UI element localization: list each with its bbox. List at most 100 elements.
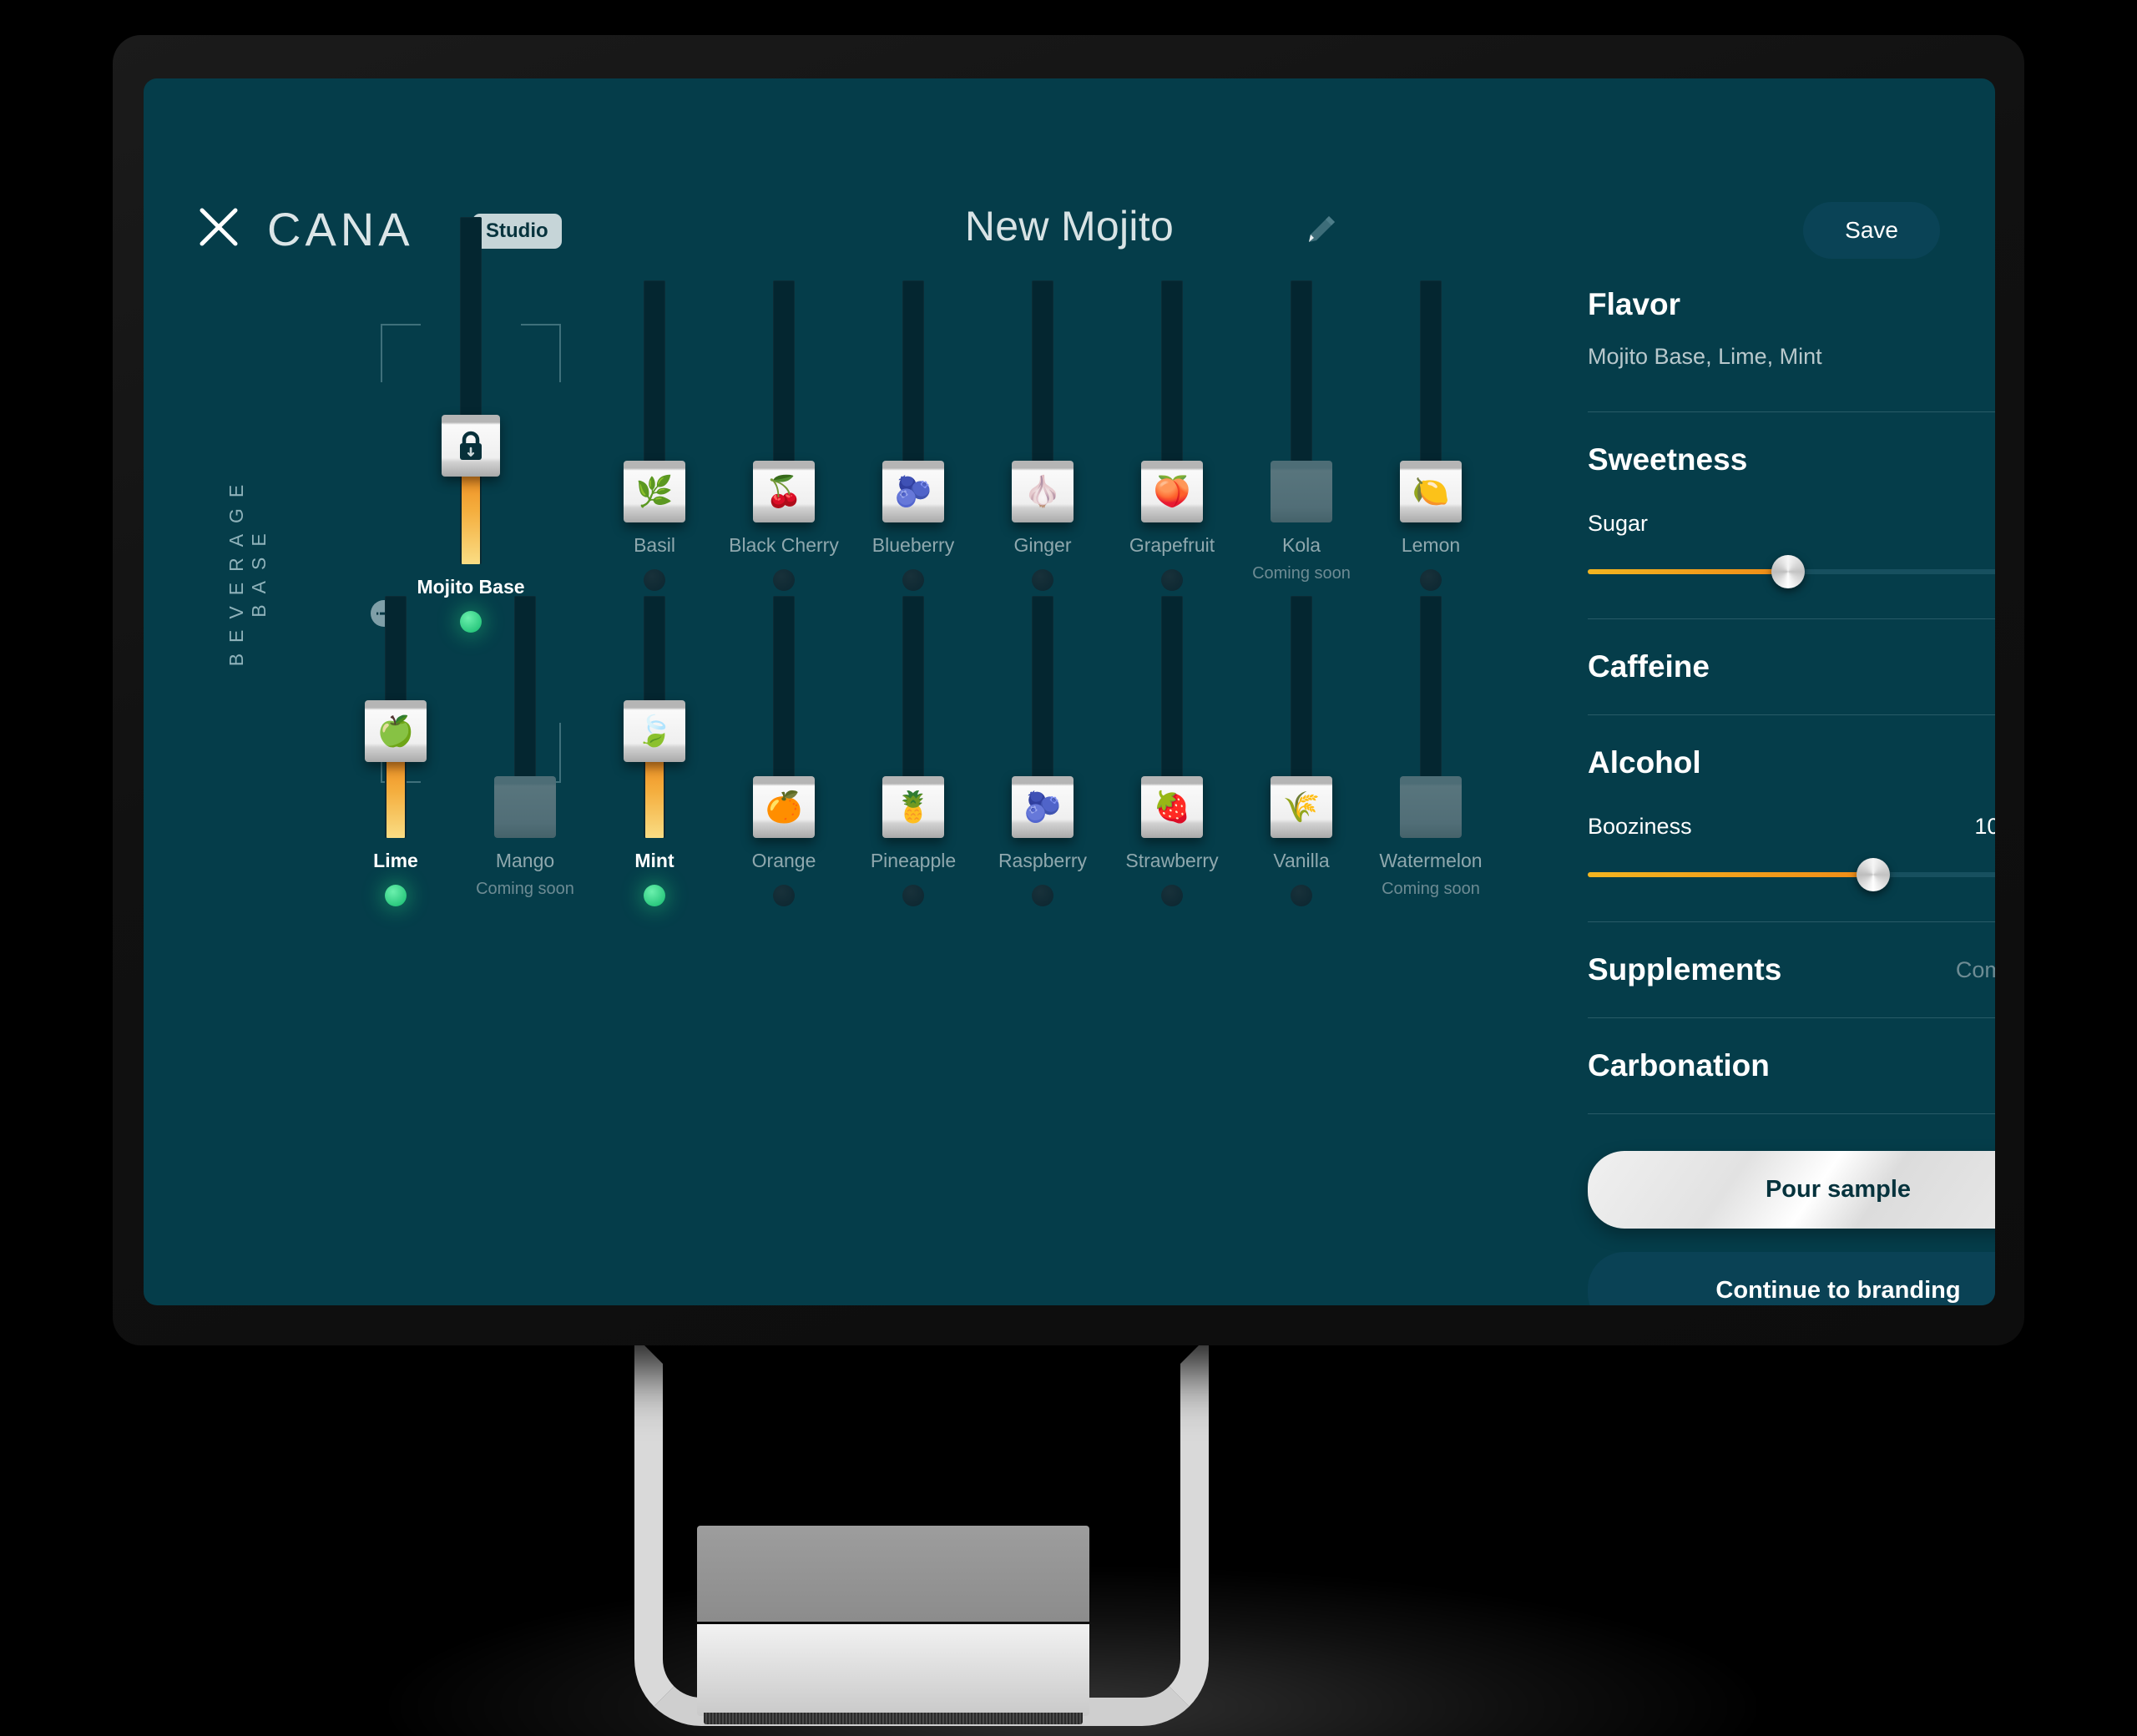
slider-fill bbox=[1588, 569, 1788, 574]
pencil-icon[interactable] bbox=[1304, 210, 1341, 247]
divider bbox=[1588, 1113, 1995, 1114]
flavor-label: Lemon bbox=[1401, 534, 1461, 556]
slider-fill bbox=[462, 473, 480, 564]
raspberry-cap[interactable]: 🫐 bbox=[1012, 776, 1074, 838]
ginger-root-icon: 🧄 bbox=[1023, 474, 1062, 508]
sugar-slider[interactable] bbox=[1588, 555, 1995, 588]
lemon-icon: 🍋 bbox=[1412, 474, 1450, 508]
beverage-base-label: BEVERAGE BASE bbox=[225, 473, 270, 667]
screenshot-stage: CANA Studio New Mojito Save BEVERAGE BAS… bbox=[0, 0, 2137, 1736]
status-led bbox=[1420, 569, 1442, 591]
orange-icon: 🍊 bbox=[765, 790, 803, 824]
carbonation-section: Carbonation bbox=[1588, 1048, 1995, 1083]
mango-disabled-cap bbox=[494, 776, 556, 838]
lime-cap[interactable]: 🍏 bbox=[365, 700, 427, 762]
flavor-label: Raspberry bbox=[998, 850, 1088, 871]
app-header: CANA Studio New Mojito Save bbox=[144, 78, 1995, 259]
grapefruit-cap[interactable]: 🍑 bbox=[1141, 461, 1203, 522]
raspberry-icon: 🫐 bbox=[1023, 790, 1062, 824]
flavor-label: Black Cherry bbox=[729, 534, 839, 556]
pineapple-icon: 🍍 bbox=[894, 790, 932, 824]
app-screen: CANA Studio New Mojito Save BEVERAGE BAS… bbox=[144, 78, 1995, 1305]
alcohol-section: Alcohol Booziness 10.0% ABV bbox=[1588, 745, 1995, 891]
flavor-label: Ginger bbox=[1013, 534, 1072, 556]
status-led bbox=[644, 885, 665, 906]
status-led bbox=[385, 885, 407, 906]
status-led bbox=[1161, 885, 1183, 906]
divider bbox=[1588, 921, 1995, 922]
booziness-label: Booziness bbox=[1588, 814, 1692, 839]
pour-sample-button[interactable]: Pour sample bbox=[1588, 1151, 1995, 1229]
watermelon-disabled-cap bbox=[1400, 776, 1462, 838]
status-led bbox=[773, 885, 795, 906]
pineapple-cap[interactable]: 🍍 bbox=[882, 776, 944, 838]
sugar-label: Sugar bbox=[1588, 511, 1649, 536]
grapefruit-icon: 🍑 bbox=[1153, 474, 1191, 508]
flavor-label: Mint bbox=[634, 850, 674, 871]
flavor-label: Lime bbox=[373, 850, 418, 871]
flavor-label: Mango bbox=[495, 850, 555, 871]
continue-to-branding-button[interactable]: Continue to branding bbox=[1588, 1252, 1995, 1305]
base-bracket-top-left bbox=[381, 324, 421, 382]
herb-leaf-cap[interactable]: 🌿 bbox=[624, 461, 685, 522]
flavor-label: Blueberry bbox=[871, 534, 955, 556]
flavor-label: Watermelon bbox=[1379, 850, 1483, 871]
mixer-area: BEVERAGE BASE i Mojito Base 🌿 Basil 🍒 Black … bbox=[144, 217, 1483, 1305]
status-led bbox=[1291, 885, 1312, 906]
lemon-cap[interactable]: 🍋 bbox=[1400, 461, 1462, 522]
vanilla-flower-cap[interactable]: 🌾 bbox=[1271, 776, 1332, 838]
status-led bbox=[902, 569, 924, 591]
carbonation-title: Carbonation bbox=[1588, 1048, 1770, 1082]
divider bbox=[1588, 618, 1995, 619]
panel-actions: Pour sample Continue to branding bbox=[1588, 1151, 1995, 1305]
caffeine-title: Caffeine bbox=[1588, 649, 1710, 684]
slider-fill bbox=[1588, 872, 1873, 877]
page-title: New Mojito bbox=[964, 203, 1175, 250]
booziness-slider[interactable] bbox=[1588, 858, 1995, 891]
orange-cap[interactable]: 🍊 bbox=[753, 776, 815, 838]
status-led bbox=[644, 569, 665, 591]
divider bbox=[1588, 714, 1995, 715]
blueberry-icon: 🫐 bbox=[894, 474, 932, 508]
monitor-stand-base-foot bbox=[704, 1713, 1083, 1724]
base-bracket-top-right bbox=[521, 324, 561, 382]
lock-icon-cap[interactable] bbox=[442, 415, 500, 477]
kola-disabled-cap bbox=[1271, 461, 1332, 522]
strawberry-icon: 🍓 bbox=[1153, 790, 1191, 824]
flavor-section: Flavor Mojito Base, Lime, Mint bbox=[1588, 287, 1995, 370]
ginger-root-cap[interactable]: 🧄 bbox=[1012, 461, 1074, 522]
sweetness-section: Sweetness Sugar 4 g bbox=[1588, 442, 1995, 588]
slider-fill bbox=[386, 759, 405, 838]
flavor-label: Pineapple bbox=[870, 850, 957, 871]
monitor-stand-base-front bbox=[697, 1624, 1089, 1716]
strawberry-cap[interactable]: 🍓 bbox=[1141, 776, 1203, 838]
status-led bbox=[1032, 569, 1053, 591]
save-button[interactable]: Save bbox=[1803, 202, 1940, 259]
coming-soon-note: Coming soon bbox=[1252, 564, 1351, 583]
slider-knob[interactable] bbox=[1771, 555, 1805, 588]
lime-icon: 🍏 bbox=[376, 714, 415, 748]
flavor-summary: Mojito Base, Lime, Mint bbox=[1588, 344, 1822, 369]
divider bbox=[1588, 411, 1995, 412]
blueberry-cap[interactable]: 🫐 bbox=[882, 461, 944, 522]
flavor-label: Basil bbox=[634, 534, 675, 556]
status-led bbox=[902, 885, 924, 906]
flavor-label: Vanilla bbox=[1273, 850, 1330, 871]
booziness-value: 10.0% ABV bbox=[1974, 814, 1995, 839]
supplements-section: Supplements Coming soon bbox=[1588, 952, 1995, 987]
supplements-status: Coming soon bbox=[1955, 956, 1995, 982]
status-led bbox=[1161, 569, 1183, 591]
slider-knob[interactable] bbox=[1857, 858, 1890, 891]
flavor-label: Strawberry bbox=[1125, 850, 1219, 871]
vanilla-flower-icon: 🌾 bbox=[1282, 790, 1321, 824]
cherries-icon: 🍒 bbox=[765, 474, 803, 508]
settings-panel: Flavor Mojito Base, Lime, Mint Sweetness… bbox=[1588, 287, 1995, 1305]
status-led bbox=[460, 611, 482, 633]
cherries-cap[interactable]: 🍒 bbox=[753, 461, 815, 522]
base-flavor-label: Mojito Base bbox=[417, 576, 525, 598]
coming-soon-note: Coming soon bbox=[1382, 880, 1480, 898]
mint-leaf-cap[interactable]: 🍃 bbox=[624, 700, 685, 762]
mint-leaf-icon: 🍃 bbox=[635, 714, 674, 748]
lock-icon bbox=[460, 431, 482, 460]
flavor-label: Grapefruit bbox=[1129, 534, 1215, 556]
